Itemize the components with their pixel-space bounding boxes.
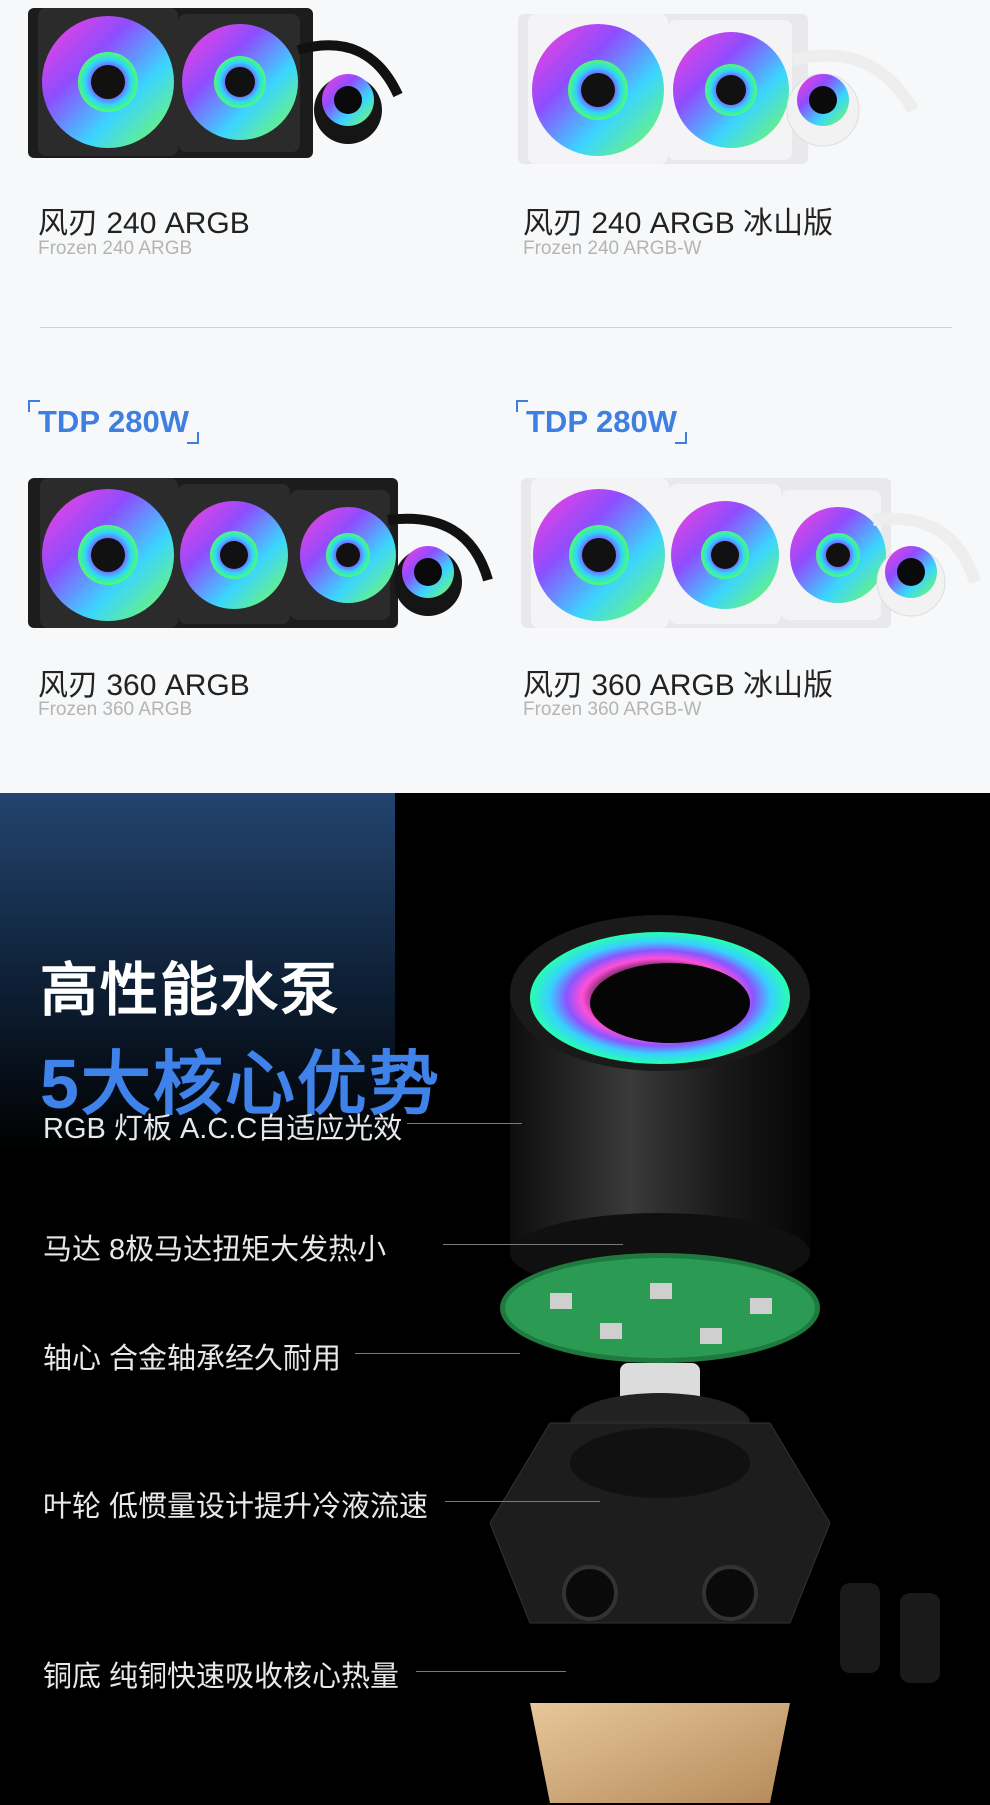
feature-rgb-board: RGB 灯板 A.C.C自适应光效 (43, 1113, 403, 1145)
product-lineup-section: 风刃 240 ARGB Frozen 240 ARGB 风刃 240 ARGB … (0, 0, 990, 793)
cooler-240-black-image (28, 8, 403, 158)
callout-line (443, 1244, 623, 1245)
product-model: Frozen 360 ARGB (38, 699, 193, 720)
product-model: Frozen 360 ARGB-W (523, 699, 702, 720)
callout-line (445, 1501, 600, 1502)
product-card-240-black[interactable]: 风刃 240 ARGB Frozen 240 ARGB (28, 0, 488, 270)
section-divider (40, 327, 952, 328)
callout-line (355, 1353, 520, 1354)
product-name: 风刃 240 ARGB (38, 207, 250, 240)
feature-copper-base: 铜底 纯铜快速吸收核心热量 (43, 1661, 400, 1693)
product-name: 风刃 360 ARGB 冰山版 (523, 669, 834, 702)
feature-impeller: 叶轮 低惯量设计提升冷液流速 (43, 1491, 429, 1523)
section-title: 高性能水泵 (40, 958, 341, 1023)
callout-line (407, 1123, 522, 1124)
tdp-badge: TDP 280W (516, 400, 688, 444)
product-card-360-black[interactable]: 风刃 360 ARGB Frozen 360 ARGB (28, 470, 493, 730)
feature-motor: 马达 8极马达扭矩大发热小 (43, 1234, 387, 1266)
product-model: Frozen 240 ARGB (38, 238, 193, 259)
product-name: 风刃 360 ARGB (38, 669, 250, 702)
tdp-label: TDP 280W (526, 404, 678, 439)
feature-bearing: 轴心 合金轴承经久耐用 (43, 1343, 342, 1375)
cooler-240-white-image (518, 14, 919, 164)
cooler-360-white-image (521, 478, 981, 628)
product-model: Frozen 240 ARGB-W (523, 238, 702, 259)
product-card-240-white[interactable]: 风刃 240 ARGB 冰山版 Frozen 240 ARGB-W (513, 0, 973, 270)
tdp-badge: TDP 280W (28, 400, 200, 444)
tdp-label: TDP 280W (38, 404, 190, 439)
product-card-360-white[interactable]: 风刃 360 ARGB 冰山版 Frozen 360 ARGB-W (513, 470, 981, 730)
cooler-360-black-image (28, 478, 493, 628)
pump-exploded-view-image (489, 915, 940, 1803)
callout-line (416, 1671, 566, 1672)
pump-feature-section: 高性能水泵 5大核心优势 RGB 灯板 A.C.C自适应光效 马达 8极马达扭矩… (0, 793, 990, 1805)
product-name: 风刃 240 ARGB 冰山版 (523, 207, 834, 240)
